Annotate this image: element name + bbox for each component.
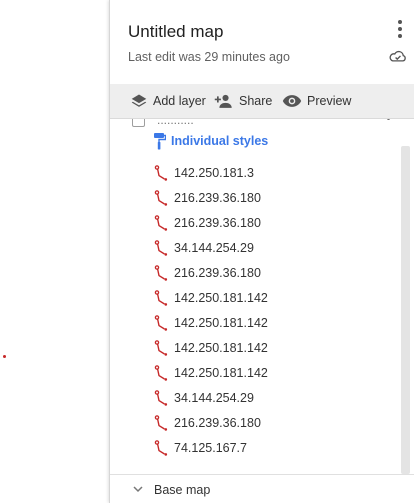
feature-label: 142.250.181.142 <box>174 341 268 355</box>
layer-name[interactable]: ........... <box>157 119 194 127</box>
feature-label: 216.239.36.180 <box>174 266 261 280</box>
feature-item[interactable]: 142.250.181.142 <box>154 288 268 308</box>
feature-item[interactable]: 216.239.36.180 <box>154 188 261 208</box>
last-edit-status: Last edit was 29 minutes ago <box>128 50 290 64</box>
more-vert-icon[interactable] <box>393 18 407 40</box>
path-line-icon <box>154 215 168 231</box>
feature-item[interactable]: 142.250.181.3 <box>154 163 254 183</box>
feature-label: 142.250.181.142 <box>174 291 268 305</box>
feature-item[interactable]: 142.250.181.142 <box>154 313 268 333</box>
layer-list: ........... Individual styles 142.250.18… <box>110 119 401 474</box>
base-map-section[interactable]: Base map <box>110 475 414 503</box>
feature-label: 34.144.254.29 <box>174 241 254 255</box>
share-button[interactable]: Share <box>214 84 272 118</box>
layer-header-row[interactable]: ........... <box>132 119 194 127</box>
feature-label: 216.239.36.180 <box>174 216 261 230</box>
path-line-icon <box>154 340 168 356</box>
panel-header: Untitled map Last edit was 29 minutes ag… <box>110 0 414 84</box>
layers-panel: Untitled map Last edit was 29 minutes ag… <box>109 0 414 503</box>
path-line-icon <box>154 415 168 431</box>
map-canvas[interactable] <box>0 0 110 503</box>
base-map-label: Base map <box>154 483 211 497</box>
feature-item[interactable]: 216.239.36.180 <box>154 413 261 433</box>
layer-options-icon[interactable] <box>387 119 391 123</box>
feature-label: 216.239.36.180 <box>174 191 261 205</box>
preview-label: Preview <box>307 94 352 108</box>
cloud-saved-icon <box>389 50 406 62</box>
individual-styles-button[interactable]: Individual styles <box>154 131 268 151</box>
individual-styles-label: Individual styles <box>171 134 269 148</box>
feature-item[interactable]: 34.144.254.29 <box>154 238 254 258</box>
layers-icon <box>131 94 147 107</box>
feature-item[interactable]: 74.125.167.7 <box>154 438 247 458</box>
feature-label: 142.250.181.142 <box>174 316 268 330</box>
chevron-down-icon[interactable] <box>132 483 144 495</box>
feature-item[interactable]: 142.250.181.142 <box>154 363 268 383</box>
layer-toolbar: Add layer Share Preview <box>110 84 414 119</box>
path-line-icon <box>154 315 168 331</box>
path-line-icon <box>154 240 168 256</box>
feature-label: 34.144.254.29 <box>174 391 254 405</box>
add-layer-button[interactable]: Add layer <box>130 84 206 118</box>
path-line-icon <box>154 165 168 181</box>
path-line-icon <box>154 290 168 306</box>
feature-item[interactable]: 216.239.36.180 <box>154 213 261 233</box>
map-title[interactable]: Untitled map <box>128 22 223 42</box>
feature-label: 142.250.181.3 <box>174 166 254 180</box>
paint-roller-icon <box>154 132 166 149</box>
eye-icon <box>282 95 302 107</box>
share-label: Share <box>239 94 273 108</box>
path-line-icon <box>154 440 168 456</box>
path-line-icon <box>154 190 168 206</box>
layer-visibility-checkbox[interactable] <box>132 119 145 127</box>
add-layer-label: Add layer <box>153 94 206 108</box>
map-marker-dot[interactable] <box>3 355 6 358</box>
preview-button[interactable]: Preview <box>282 84 351 118</box>
feature-item[interactable]: 142.250.181.142 <box>154 338 268 358</box>
feature-label: 142.250.181.142 <box>174 366 268 380</box>
path-line-icon <box>154 365 168 381</box>
feature-item[interactable]: 216.239.36.180 <box>154 263 261 283</box>
path-line-icon <box>154 265 168 281</box>
feature-label: 216.239.36.180 <box>174 416 261 430</box>
path-line-icon <box>154 390 168 406</box>
person-add-icon <box>214 94 232 108</box>
feature-label: 74.125.167.7 <box>174 441 247 455</box>
layer-list-scrollbar[interactable] <box>401 146 410 474</box>
feature-item[interactable]: 34.144.254.29 <box>154 388 254 408</box>
